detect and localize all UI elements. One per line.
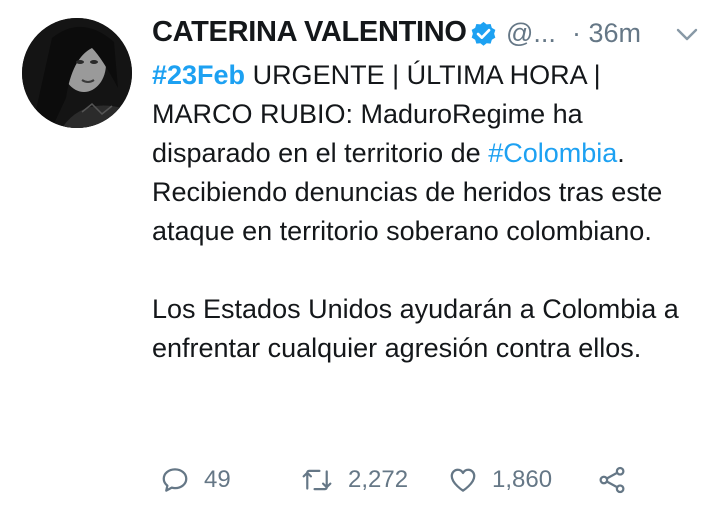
avatar-image xyxy=(22,18,132,128)
share-button[interactable] xyxy=(596,456,628,504)
hashtag-link[interactable]: #Colombia xyxy=(488,138,617,168)
tweet-header: CATERINA VALENTINO @... · 36m xyxy=(152,12,702,56)
avatar[interactable] xyxy=(22,18,132,128)
tweet-text: #23Feb URGENTE | ÚLTIMA HORA | MARCO RUB… xyxy=(152,56,707,368)
verified-badge-icon xyxy=(471,21,496,46)
tweet-timestamp[interactable]: · 36m xyxy=(572,18,641,49)
hashtag-link[interactable]: #23Feb xyxy=(152,60,245,90)
tweet-paragraph-1: #23Feb URGENTE | ÚLTIMA HORA | MARCO RUB… xyxy=(152,56,707,251)
retweet-icon xyxy=(302,469,332,491)
chevron-down-icon[interactable] xyxy=(676,28,698,42)
reply-count: 49 xyxy=(204,466,231,493)
heart-icon xyxy=(450,468,476,492)
author-handle[interactable]: @... xyxy=(506,18,556,49)
reply-button[interactable]: 49 xyxy=(160,456,231,504)
tweet-paragraph-2: Los Estados Unidos ayudarán a Colombia a… xyxy=(152,294,679,363)
share-icon xyxy=(599,466,625,494)
retweet-button[interactable]: 2,272 xyxy=(300,456,408,504)
like-button[interactable]: 1,860 xyxy=(448,456,552,504)
reply-icon xyxy=(162,468,188,492)
tweet-actions: 49 2,272 1,860 xyxy=(152,456,672,504)
author-name[interactable]: CATERINA VALENTINO xyxy=(152,16,467,49)
like-count: 1,860 xyxy=(492,466,553,493)
tweet[interactable]: CATERINA VALENTINO @... · 36m #23Feb URG… xyxy=(0,0,720,524)
retweet-count: 2,272 xyxy=(348,466,409,493)
